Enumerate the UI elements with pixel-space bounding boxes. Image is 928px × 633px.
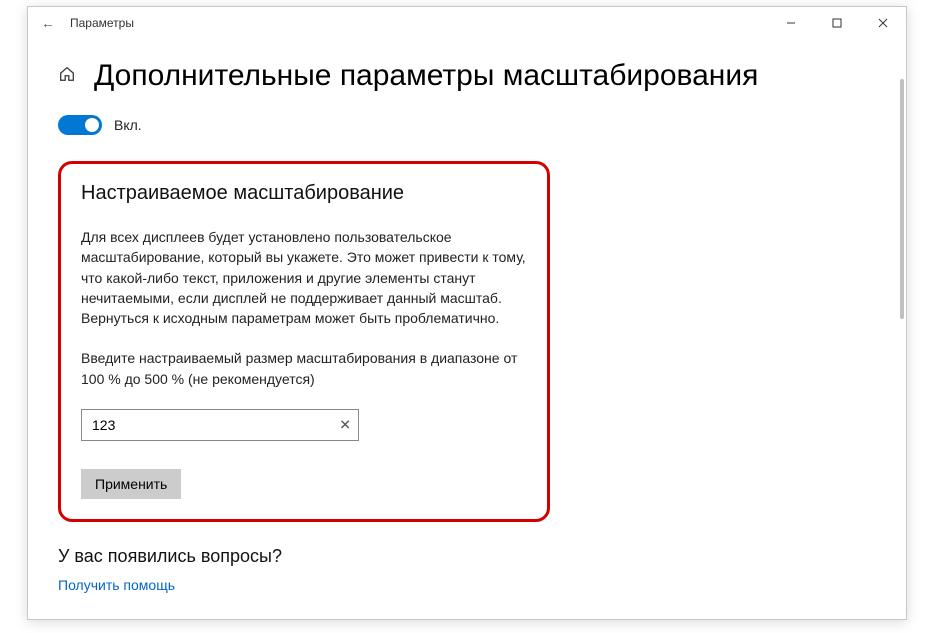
toggle-knob bbox=[85, 118, 99, 132]
toggle-row: Вкл. bbox=[58, 115, 876, 135]
settings-window: ← Параметры Дополнительные параметры мас… bbox=[27, 6, 907, 620]
window-controls bbox=[768, 7, 906, 39]
custom-scaling-section: Настраиваемое масштабирование Для всех д… bbox=[58, 161, 550, 522]
help-link[interactable]: Получить помощь bbox=[58, 577, 175, 593]
maximize-icon bbox=[832, 18, 842, 28]
window-title: Параметры bbox=[70, 16, 134, 30]
maximize-button[interactable] bbox=[814, 7, 860, 39]
scaling-input-hint: Введите настраиваемый размер масштабиров… bbox=[81, 348, 527, 389]
home-icon[interactable] bbox=[58, 65, 76, 88]
scrollbar[interactable] bbox=[900, 79, 904, 319]
input-wrap: ✕ bbox=[81, 409, 359, 441]
questions-title: У вас появились вопросы? bbox=[58, 546, 876, 567]
page-title: Дополнительные параметры масштабирования bbox=[94, 59, 758, 93]
scaling-toggle[interactable] bbox=[58, 115, 102, 135]
close-button[interactable] bbox=[860, 7, 906, 39]
heading-row: Дополнительные параметры масштабирования bbox=[58, 59, 876, 93]
clear-input-icon[interactable]: ✕ bbox=[339, 417, 351, 434]
minimize-icon bbox=[786, 18, 796, 28]
close-icon bbox=[878, 18, 888, 28]
titlebar: ← Параметры bbox=[28, 7, 906, 39]
content-area: Дополнительные параметры масштабирования… bbox=[28, 39, 906, 619]
apply-button[interactable]: Применить bbox=[81, 469, 181, 499]
back-icon[interactable]: ← bbox=[36, 15, 60, 31]
toggle-label: Вкл. bbox=[114, 117, 142, 133]
scaling-description: Для всех дисплеев будет установлено поль… bbox=[81, 227, 527, 328]
input-row: ✕ bbox=[81, 409, 527, 441]
section-title: Настраиваемое масштабирование bbox=[81, 182, 527, 205]
minimize-button[interactable] bbox=[768, 7, 814, 39]
scale-input[interactable] bbox=[81, 409, 359, 441]
